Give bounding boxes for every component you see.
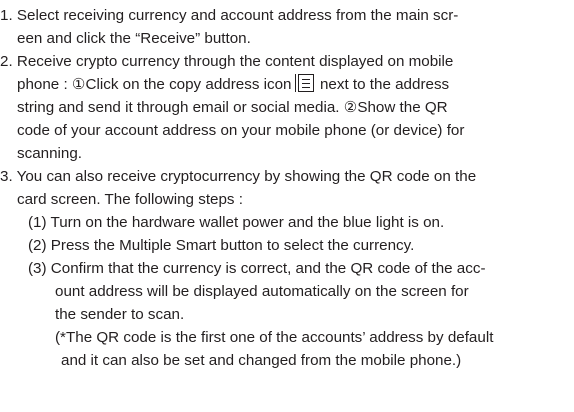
step-3-line-2: card screen. The following steps : [17,191,243,208]
substep-1: (1) Turn on the hardware wallet power an… [28,214,445,231]
step-1-line-2: een and click the “Receive” button. [17,30,251,47]
step-2-line-4: code of your account address on your mob… [17,122,465,139]
note-line-1: (*The QR code is the first one of the ac… [55,329,494,346]
step-2-line-1: 2. Receive crypto currency through the c… [0,53,454,70]
step-2-line-2-text-b: next to the address [319,76,450,93]
step-2-line-2-text-a: phone : ①Click on the copy address icon [17,76,292,93]
step-2-line-2: phone : ①Click on the copy address icon … [17,73,449,96]
copy-address-icon [294,74,314,92]
step-3-line-1: 3. You can also receive cryptocurrency b… [0,168,477,185]
substep-3-line-3: the sender to scan. [55,306,185,323]
substep-2: (2) Press the Multiple Smart button to s… [28,237,415,254]
step-2-line-5: scanning. [17,145,83,162]
substep-3-line-1: (3) Confirm that the currency is correct… [28,260,486,277]
step-2-line-3: string and send it through email or soci… [17,99,448,116]
step-1-line-1: 1. Select receiving currency and account… [0,7,459,24]
substep-3-line-2: ount address will be displayed automatic… [55,283,469,300]
note-line-2: and it can also be set and changed from … [61,352,462,369]
instructions-document: 1. Select receiving currency and account… [0,0,574,412]
